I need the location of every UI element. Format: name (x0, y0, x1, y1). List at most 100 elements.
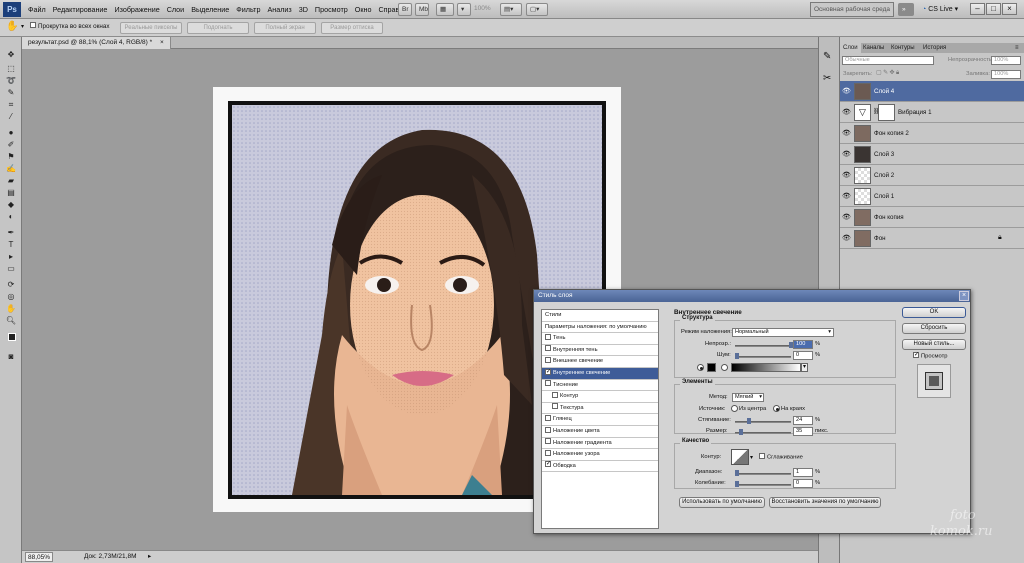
blend-mode-select[interactable]: Обычные (842, 56, 934, 65)
layer-name[interactable]: Вибрация 1 (898, 102, 932, 123)
menu-filter[interactable]: Фильтр (236, 5, 260, 14)
style-checkbox[interactable] (545, 333, 551, 340)
style-checkbox[interactable] (545, 380, 551, 387)
style-item[interactable]: Внешнее свечение (542, 356, 658, 368)
style-item[interactable]: Внутренняя тень (542, 345, 658, 357)
reset-to-default-button[interactable]: Восстановить значения по умолчанию (769, 497, 881, 508)
3d-rotate-tool-icon[interactable]: ⟳ (4, 279, 18, 290)
gradient-tool-icon[interactable]: ▤ (4, 187, 18, 198)
jitter-field[interactable]: 0 (793, 479, 813, 488)
glow-color-swatch[interactable] (707, 363, 716, 372)
fill-field[interactable]: 100% (991, 70, 1021, 79)
size-slider-knob[interactable] (739, 429, 743, 435)
visibility-eye-icon[interactable]: 👁︎ (842, 192, 852, 200)
style-item[interactable]: Тень (542, 333, 658, 345)
layer-name[interactable]: Фон копия 2 (874, 123, 909, 144)
zoom-tool-icon[interactable]: 🔍︎ (4, 315, 18, 326)
panel-icon-brush[interactable]: ✎ (823, 51, 831, 62)
reset-button[interactable]: Сбросить (902, 323, 966, 334)
style-item[interactable]: Наложение цвета (542, 426, 658, 438)
minimize-button[interactable]: – (970, 3, 985, 15)
layer-row[interactable]: 👁︎ Фон 🔒︎ (840, 228, 1024, 249)
layer-name[interactable]: Слой 2 (874, 165, 894, 186)
new-style-button[interactable]: Новый стиль... (902, 339, 966, 350)
opacity-field[interactable]: 100% (991, 56, 1021, 65)
style-item[interactable]: Контур (542, 391, 658, 403)
menu-3d[interactable]: 3D (299, 5, 308, 14)
layer-row[interactable]: 👁︎ Фон копия 2 (840, 123, 1024, 144)
zoom-field[interactable]: 88,05% (25, 552, 54, 562)
history-brush-tool-icon[interactable]: ✍ (4, 163, 18, 174)
layer-name[interactable]: Слой 4 (874, 81, 894, 102)
eraser-tool-icon[interactable]: ▰ (4, 175, 18, 186)
noise-field[interactable]: 0 (793, 351, 813, 360)
move-tool-icon[interactable]: ✥ (4, 49, 18, 60)
panel-icon-tools[interactable]: ✂ (823, 73, 831, 84)
preview-checkbox[interactable]: ✓ (913, 352, 919, 358)
opacity-field[interactable]: 100 (793, 340, 813, 349)
quick-select-tool-icon[interactable]: ✎ (4, 87, 18, 98)
opacity-slider[interactable] (735, 342, 793, 348)
style-checkbox[interactable] (545, 438, 551, 445)
print-size-button[interactable]: Размер оттиска (321, 22, 383, 34)
maximize-button[interactable]: □ (986, 3, 1001, 15)
close-tab-icon[interactable]: × (160, 39, 164, 46)
layer-name[interactable]: Фон (874, 228, 886, 249)
layer-row[interactable]: 👁︎ Фон копия (840, 207, 1024, 228)
3d-orbit-tool-icon[interactable]: ◎ (4, 291, 18, 302)
zoom-level[interactable]: 100% (474, 5, 491, 12)
layer-row[interactable]: 👁︎ Слой 4 (840, 81, 1024, 102)
visibility-eye-icon[interactable]: 👁︎ (842, 150, 852, 158)
jitter-slider-knob[interactable] (735, 481, 739, 487)
solid-color-radio[interactable] (697, 364, 704, 371)
close-app-button[interactable]: × (1002, 3, 1017, 15)
glow-gradient-picker[interactable] (731, 363, 801, 372)
visibility-eye-icon[interactable]: 👁︎ (842, 87, 852, 95)
menu-select[interactable]: Выделение (191, 5, 229, 14)
panel-menu-icon[interactable]: ≡ (1012, 43, 1022, 53)
type-tool-icon[interactable]: T (4, 239, 18, 250)
range-slider[interactable] (735, 470, 791, 476)
tab-history[interactable]: История (920, 43, 949, 53)
bridge-icon[interactable]: Br (398, 3, 412, 16)
healing-tool-icon[interactable]: ● (4, 127, 18, 138)
choke-slider[interactable] (735, 418, 791, 424)
choke-slider-knob[interactable] (747, 418, 751, 424)
gradient-dropdown-icon[interactable]: ▾ (801, 363, 808, 372)
menu-edit[interactable]: Редактирование (53, 5, 108, 14)
foreground-color-swatch[interactable] (8, 333, 16, 341)
noise-slider[interactable] (735, 353, 791, 359)
style-item[interactable]: Стили (542, 310, 658, 322)
preview-option[interactable]: ✓ Просмотр (913, 352, 947, 360)
style-checkbox[interactable] (545, 414, 551, 421)
contour-preview[interactable] (731, 449, 749, 465)
tool-preset-icon[interactable]: ▾ (21, 23, 24, 30)
style-checkbox[interactable] (545, 356, 551, 363)
layer-mask-thumbnail[interactable] (878, 104, 895, 121)
layer-row[interactable]: 👁︎ Слой 2 (840, 165, 1024, 186)
photoshop-logo[interactable]: Ps (3, 2, 21, 17)
layer-row[interactable]: 👁︎ Слой 1 (840, 186, 1024, 207)
antialias-option[interactable]: Сглаживание (759, 453, 803, 461)
style-checkbox[interactable] (545, 345, 551, 352)
menu-analysis[interactable]: Анализ (267, 5, 291, 14)
layer-row[interactable]: 👁︎ Слой 3 (840, 144, 1024, 165)
source-edge-radio[interactable] (773, 405, 780, 412)
style-item[interactable]: Текстура (542, 403, 658, 415)
brush-tool-icon[interactable]: ✐ (4, 139, 18, 150)
actual-pixels-button[interactable]: Реальные пикселы (120, 22, 182, 34)
jitter-slider[interactable] (735, 481, 791, 487)
visibility-eye-icon[interactable]: 👁︎ (842, 129, 852, 137)
style-item[interactable]: Тиснение (542, 380, 658, 392)
arrange-icon[interactable]: ▤▾ (500, 3, 522, 16)
path-select-tool-icon[interactable]: ▸ (4, 251, 18, 262)
lasso-tool-icon[interactable]: ➰ (4, 75, 18, 86)
layer-row[interactable]: 👁︎ ▽ ⛓ Вибрация 1 (840, 102, 1024, 123)
style-checkbox[interactable] (545, 449, 551, 456)
method-select[interactable]: Мягкий ▾ (732, 393, 764, 402)
source-edge-option[interactable]: На краях (773, 405, 805, 412)
menu-image[interactable]: Изображение (114, 5, 159, 14)
menu-file[interactable]: Файл (28, 5, 46, 14)
choke-field[interactable]: 24 (793, 416, 813, 425)
style-checkbox[interactable] (552, 391, 558, 398)
